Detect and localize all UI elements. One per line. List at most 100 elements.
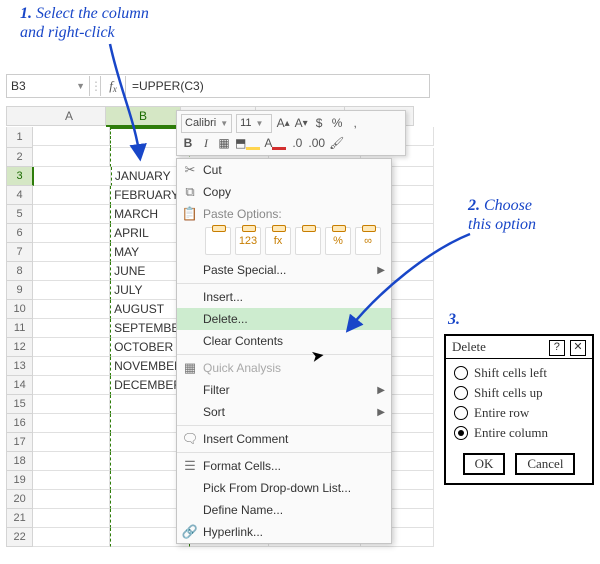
menu-copy[interactable]: ⧉Copy [177, 181, 391, 203]
cell[interactable] [33, 395, 110, 414]
cell[interactable] [33, 281, 110, 300]
row-header[interactable]: 22 [6, 528, 33, 547]
cell[interactable] [33, 205, 110, 224]
row-header[interactable]: 7 [6, 243, 33, 262]
radio-option[interactable]: Shift cells left [454, 363, 584, 383]
close-button[interactable]: ✕ [570, 340, 586, 356]
row-header[interactable]: 2 [6, 148, 33, 167]
increase-decimal-button[interactable]: .00 [308, 135, 325, 151]
menu-clear-contents[interactable]: Clear Contents [177, 330, 391, 352]
name-box[interactable]: B3▼ [7, 76, 90, 96]
cell[interactable] [33, 300, 110, 319]
menu-cut[interactable]: ✂Cut [177, 159, 391, 181]
row-header[interactable]: 13 [6, 357, 33, 376]
cell[interactable] [33, 376, 110, 395]
col-header-b[interactable]: B [106, 106, 181, 127]
paste-transpose-icon[interactable] [295, 227, 321, 255]
paste-link-icon[interactable]: ∞ [355, 227, 381, 255]
row-header[interactable]: 16 [6, 414, 33, 433]
cell[interactable] [33, 338, 110, 357]
cell[interactable] [33, 490, 110, 509]
dialog-title: Delete [452, 339, 486, 355]
menu-paste-special[interactable]: Paste Special...▶ [177, 259, 391, 281]
cell[interactable] [33, 452, 110, 471]
menu-pick-dropdown[interactable]: Pick From Drop-down List... [177, 477, 391, 499]
cell[interactable] [33, 243, 110, 262]
cell[interactable] [34, 167, 111, 186]
format-painter-icon[interactable]: 🖌 [329, 135, 344, 151]
cancel-button[interactable]: Cancel [515, 453, 575, 475]
paste-formatting-icon[interactable]: % [325, 227, 351, 255]
col-header-a[interactable]: A [33, 106, 106, 126]
row-header[interactable]: 1 [6, 127, 33, 148]
row-header[interactable]: 19 [6, 471, 33, 490]
help-button[interactable]: ? [549, 340, 565, 356]
grow-font-icon[interactable]: A▴ [276, 115, 290, 131]
cell[interactable] [33, 509, 110, 528]
fx-button[interactable]: fx [100, 76, 126, 96]
font-size-select[interactable]: 11▼ [236, 114, 272, 133]
cell[interactable] [33, 414, 110, 433]
comma-button[interactable]: , [348, 115, 362, 131]
shrink-font-icon[interactable]: A▾ [294, 115, 308, 131]
menu-insert[interactable]: Insert... [177, 286, 391, 308]
cell[interactable] [33, 224, 110, 243]
chevron-right-icon: ▶ [377, 265, 385, 276]
radio-option[interactable]: Entire row [454, 403, 584, 423]
paste-icon[interactable] [205, 227, 231, 255]
row-header[interactable]: 21 [6, 509, 33, 528]
currency-button[interactable]: $ [312, 115, 326, 131]
cell[interactable] [33, 357, 110, 376]
row-header[interactable]: 17 [6, 433, 33, 452]
menu-format-cells[interactable]: ☰Format Cells... [177, 455, 391, 477]
cell[interactable] [33, 471, 110, 490]
row-header[interactable]: 11 [6, 319, 33, 338]
cell[interactable] [33, 186, 110, 205]
cell[interactable] [33, 127, 110, 146]
row-header[interactable]: 15 [6, 395, 33, 414]
grip-icon: ⋮ [90, 79, 100, 93]
select-all-corner[interactable] [6, 106, 33, 126]
fill-color-button[interactable]: ⬒ [235, 135, 260, 151]
row-header[interactable]: 20 [6, 490, 33, 509]
row-header[interactable]: 8 [6, 262, 33, 281]
cell[interactable] [33, 148, 110, 167]
radio-option[interactable]: Shift cells up [454, 383, 584, 403]
bold-button[interactable]: B [181, 135, 195, 151]
ok-button[interactable]: OK [463, 453, 506, 475]
font-color-button[interactable]: A [264, 135, 286, 151]
menu-filter[interactable]: Filter▶ [177, 379, 391, 401]
row-header[interactable]: 14 [6, 376, 33, 395]
cell[interactable] [33, 262, 110, 281]
row-header[interactable]: 12 [6, 338, 33, 357]
row-header[interactable]: 3 [6, 167, 34, 186]
cell[interactable] [33, 433, 110, 452]
menu-insert-comment[interactable]: 🗨Insert Comment [177, 428, 391, 450]
radio-option[interactable]: Entire column [454, 423, 584, 443]
menu-delete[interactable]: Delete... [177, 308, 391, 330]
clipboard-icon: 📋 [177, 206, 203, 222]
row-header[interactable]: 6 [6, 224, 33, 243]
formula-input[interactable]: =UPPER(C3) [126, 76, 429, 96]
menu-hyperlink[interactable]: 🔗Hyperlink... [177, 521, 391, 543]
row-header[interactable]: 5 [6, 205, 33, 224]
menu-sort[interactable]: Sort▶ [177, 401, 391, 423]
link-icon: 🔗 [177, 524, 203, 540]
formula-bar: B3▼ ⋮ fx =UPPER(C3) [6, 74, 430, 98]
cell[interactable] [33, 319, 110, 338]
menu-define-name[interactable]: Define Name... [177, 499, 391, 521]
italic-button[interactable]: I [199, 135, 213, 151]
percent-button[interactable]: % [330, 115, 344, 131]
quick-analysis-icon: ▦ [177, 360, 203, 376]
paste-values-icon[interactable]: 123 [235, 227, 261, 255]
decrease-decimal-button[interactable]: .0 [290, 135, 304, 151]
cell[interactable] [33, 528, 110, 547]
row-header[interactable]: 10 [6, 300, 33, 319]
border-button[interactable]: ▦ [217, 135, 231, 151]
paste-formulas-icon[interactable]: fx [265, 227, 291, 255]
row-header[interactable]: 9 [6, 281, 33, 300]
annotation-step1: 1. Select the columnand right-click [20, 4, 149, 42]
row-header[interactable]: 4 [6, 186, 33, 205]
row-header[interactable]: 18 [6, 452, 33, 471]
font-select[interactable]: Calibri▼ [181, 114, 232, 133]
